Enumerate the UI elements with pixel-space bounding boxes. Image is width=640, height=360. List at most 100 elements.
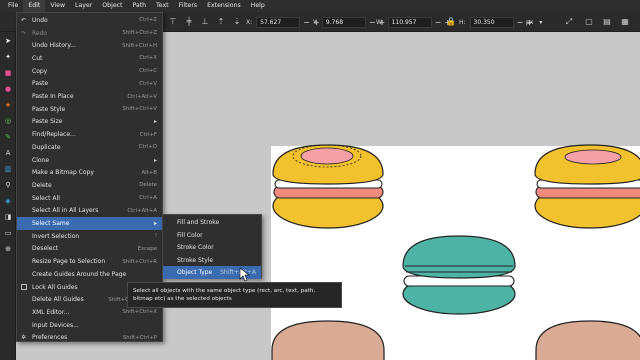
menu-item-copy[interactable]: Copy Ctrl+C <box>17 65 162 78</box>
pencil-tool-icon[interactable]: ✎ <box>3 132 13 142</box>
menu-item-delete[interactable]: Delete Delete <box>17 179 162 192</box>
menu-extensions[interactable]: Extensions <box>202 0 246 12</box>
h-input[interactable]: 30.350 <box>469 17 514 28</box>
selector-tool-icon[interactable]: ➤ <box>3 36 13 46</box>
eraser-tool-icon[interactable]: ◨ <box>3 212 13 222</box>
move-patterns-icon[interactable]: ▦ <box>620 17 630 27</box>
label: Object Type <box>177 269 213 276</box>
menu-item-undo[interactable]: ↶ Undo Ctrl+Z <box>17 14 162 27</box>
shortcut: Escape <box>137 245 157 252</box>
label: Input Devices... <box>32 321 79 329</box>
y-input[interactable]: 9.768 <box>321 17 366 28</box>
spiral-tool-icon[interactable]: ◎ <box>3 116 13 126</box>
shortcut: Ctrl+A <box>139 195 157 202</box>
measure-tool-icon[interactable]: ▭ <box>3 228 13 238</box>
shortcut: Alt+B <box>141 169 157 176</box>
menu-item-invert-selection[interactable]: Invert Selection! <box>17 230 162 243</box>
align-top-icon[interactable]: ⊤ <box>168 17 178 27</box>
x-coordinate: X: 57.627 −+ <box>246 17 323 28</box>
menu-item-clone[interactable]: Clone ▸ <box>17 154 162 167</box>
label: Resize Page to Selection <box>32 258 106 266</box>
menu-item-preferences[interactable]: ✲ Preferences Shift+Ctrl+P <box>17 332 162 345</box>
menu-item-redo[interactable]: ↷ Redo Shift+Ctrl+Z <box>17 27 162 40</box>
shortcut: Shift+Ctrl+V <box>122 106 157 113</box>
node-tool-icon[interactable]: ✦ <box>3 52 13 62</box>
menu-item-paste-size[interactable]: Paste Size ▸ <box>17 116 162 129</box>
dropper-tool-icon[interactable]: ⚲ <box>3 180 13 190</box>
label: Invert Selection <box>32 232 80 240</box>
menu-item-select-all-layers[interactable]: Select All in All Layers Ctrl+Alt+A <box>17 205 162 218</box>
menu-view[interactable]: View <box>45 0 70 12</box>
unit-value: px <box>526 19 534 26</box>
macaron-yellow-right[interactable] <box>534 144 640 229</box>
text-tool-icon[interactable]: A <box>3 148 13 158</box>
w-label: W: <box>376 19 384 26</box>
label: Copy <box>32 67 48 75</box>
label: Delete All Guides <box>32 296 84 304</box>
menu-item-duplicate[interactable]: Duplicate Ctrl+D <box>17 141 162 154</box>
rect-tool-icon[interactable]: ■ <box>3 68 13 78</box>
align-bottom-icon[interactable]: ⊥ <box>200 17 210 27</box>
macaron-yellow-left[interactable] <box>272 144 384 229</box>
zoom-tool-icon[interactable]: ⊕ <box>3 244 13 254</box>
submenu-item-stroke-color[interactable]: Stroke Color <box>163 241 261 254</box>
menu-item-create-guides[interactable]: Create Guides Around the Page <box>17 268 162 281</box>
gradient-tool-icon[interactable]: ▥ <box>3 164 13 174</box>
label: Duplicate <box>32 143 61 151</box>
menu-path[interactable]: Path <box>127 0 151 12</box>
star-tool-icon[interactable]: ★ <box>3 100 13 110</box>
menu-item-paste-in-place[interactable]: Paste In Place Ctrl+Alt+V <box>17 90 162 103</box>
macaron-tan-right[interactable] <box>535 320 640 360</box>
submenu-item-fill-color[interactable]: Fill Color <box>163 229 261 242</box>
menu-item-resize-page[interactable]: Resize Page to Selection Shift+Ctrl+R <box>17 255 162 268</box>
menu-text[interactable]: Text <box>151 0 174 12</box>
menu-filters[interactable]: Filters <box>174 0 203 12</box>
chevron-right-icon: ▸ <box>153 220 157 228</box>
h-label: H: <box>459 19 466 26</box>
menu-item-deselect[interactable]: Deselect Escape <box>17 243 162 256</box>
shortcut: Ctrl+V <box>139 80 157 87</box>
move-gradients-icon[interactable]: ▤ <box>602 17 612 27</box>
menu-item-input-devices[interactable]: Input Devices... <box>17 319 162 332</box>
menu-item-select-all[interactable]: Select All Ctrl+A <box>17 192 162 205</box>
menu-item-undo-history[interactable]: Undo History... Shift+Ctrl+H <box>17 39 162 52</box>
align-middle-icon[interactable]: ╪ <box>184 17 194 27</box>
menu-item-cut[interactable]: Cut Ctrl+X <box>17 52 162 65</box>
raise-icon[interactable]: ⇡ <box>216 17 226 27</box>
label: XML Editor... <box>32 308 70 316</box>
lock-ratio-icon[interactable]: 🔒 <box>446 17 456 27</box>
x-label: X: <box>246 19 253 26</box>
menu-item-find-replace[interactable]: Find/Replace... Ctrl+F <box>17 128 162 141</box>
paint-bucket-icon[interactable]: ◈ <box>3 196 13 206</box>
preferences-icon: ✲ <box>21 334 27 342</box>
shortcut: Shift+Ctrl+P <box>122 334 157 341</box>
menu-layer[interactable]: Layer <box>70 0 97 12</box>
menu-object[interactable]: Object <box>97 0 127 12</box>
label: Delete <box>32 181 52 189</box>
macaron-tan-left[interactable] <box>271 320 385 360</box>
shortcut: Ctrl+Z <box>139 17 157 24</box>
lower-icon[interactable]: ⇣ <box>232 17 242 27</box>
menu-help[interactable]: Help <box>246 0 270 12</box>
chevron-down-icon: ▾ <box>539 19 543 26</box>
ellipse-tool-icon[interactable]: ● <box>3 84 13 94</box>
submenu-item-object-type[interactable]: Object Type Shift+Alt+A <box>163 266 261 279</box>
menu-item-paste[interactable]: Paste Ctrl+V <box>17 78 162 91</box>
menu-edit[interactable]: Edit <box>23 0 46 12</box>
menu-bar: File Edit View Layer Object Path Text Fi… <box>0 0 640 12</box>
unit-select[interactable]: px ▾ <box>526 17 542 28</box>
label: Stroke Color <box>177 244 214 251</box>
checkbox-icon[interactable] <box>21 284 27 291</box>
menu-item-bitmap-copy[interactable]: Make a Bitmap Copy Alt+B <box>17 166 162 179</box>
label: Stroke Style <box>177 256 214 264</box>
scale-stroke-icon[interactable]: ⤢ <box>564 17 574 27</box>
scale-corners-icon[interactable]: ▢ <box>584 17 594 27</box>
submenu-item-fill-stroke[interactable]: Fill and Stroke <box>163 216 261 229</box>
menu-item-select-same[interactable]: Select Same ▸ <box>17 217 162 230</box>
macaron-teal[interactable] <box>402 235 516 315</box>
w-input[interactable]: 110.957 <box>387 17 432 28</box>
menu-item-paste-style[interactable]: Paste Style Shift+Ctrl+V <box>17 103 162 116</box>
x-input[interactable]: 57.627 <box>256 17 301 28</box>
submenu-item-stroke-style[interactable]: Stroke Style <box>163 254 261 267</box>
menu-file[interactable]: File <box>3 0 23 12</box>
